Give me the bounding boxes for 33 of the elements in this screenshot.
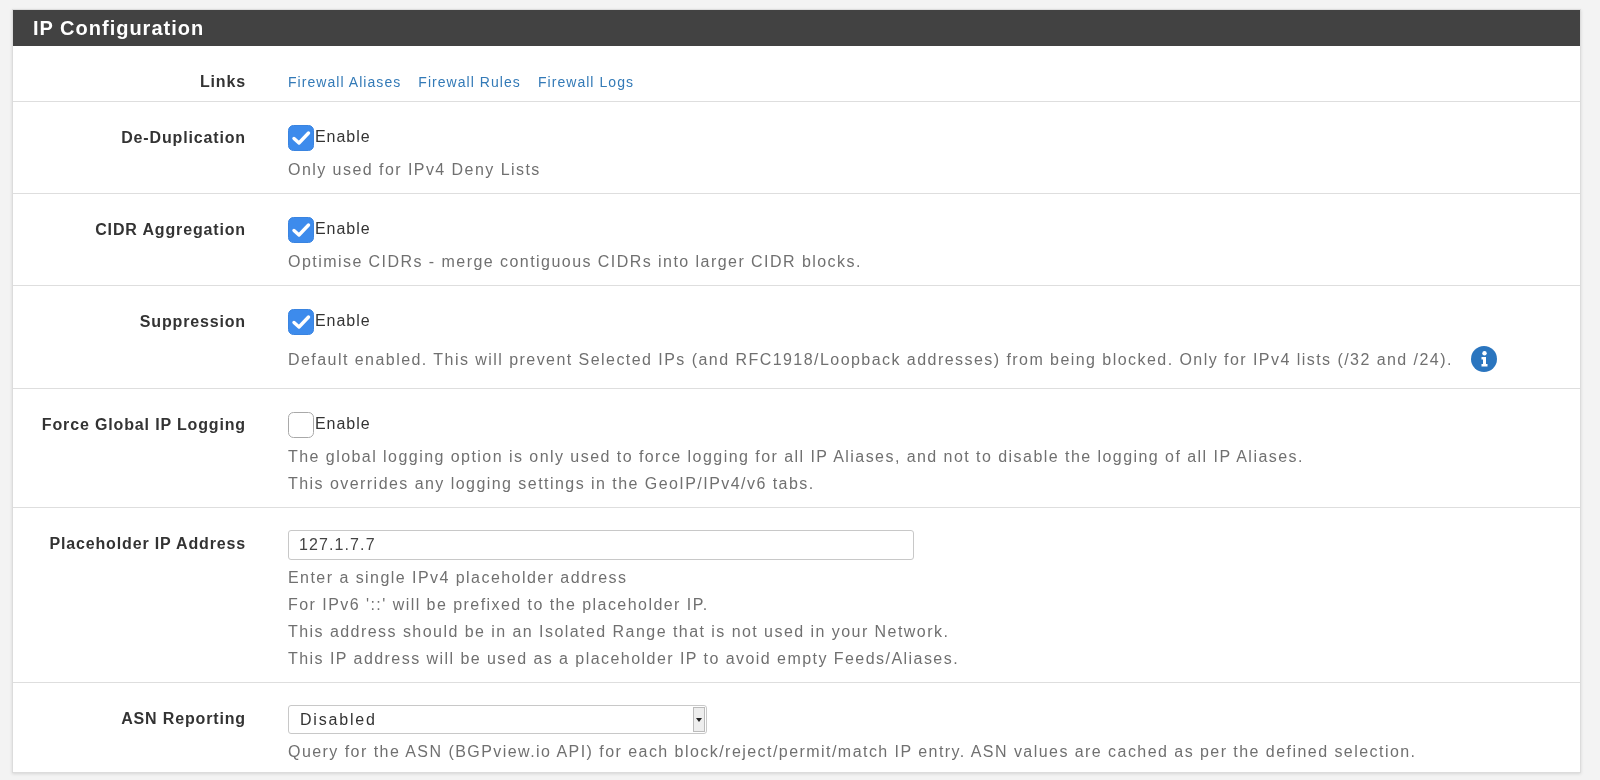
help-text: Only used for IPv4 Deny Lists	[288, 160, 541, 180]
checkbox[interactable]	[288, 125, 314, 151]
link[interactable]: Firewall Logs	[537, 68, 635, 96]
link[interactable]: Firewall Aliases	[288, 68, 402, 96]
ip-address-field[interactable]: 127.1.7.7	[288, 530, 914, 560]
field-label: Links	[198, 72, 246, 92]
checkbox-label[interactable]: Enable	[315, 308, 371, 334]
info-icon[interactable]	[1470, 346, 1497, 372]
checkbox-label[interactable]: Enable	[315, 411, 371, 437]
caret-icon	[693, 707, 705, 732]
dropdown[interactable]: Disabled	[288, 705, 707, 734]
help-text: This overrides any logging settings in the GeoIP/IPv4/v6 tabs.	[288, 474, 815, 494]
help-text: Default enabled. This will prevent Selected IPs (and RFC1918/Loopback addresses) from being blocked. Only for IPv4 lists (/32 and /24).	[288, 349, 1453, 370]
help-text: This address should be in an Isolated Range that is not used in your Network.	[288, 622, 950, 642]
field-label: De-Duplication	[120, 128, 246, 148]
field-label: Placeholder IP Address	[48, 534, 246, 554]
checkbox[interactable]	[288, 217, 314, 243]
help-text: Optimise CIDRs - merge contiguous CIDRs into larger CIDR blocks.	[288, 252, 862, 272]
field-label: Suppression	[138, 312, 246, 332]
checkbox-label[interactable]: Enable	[315, 216, 371, 242]
field-label: CIDR Aggregation	[94, 220, 246, 240]
help-text: This IP address will be used as a placeholder IP to avoid empty Feeds/Aliases.	[288, 649, 960, 669]
checkbox-label[interactable]: Enable	[315, 124, 371, 150]
field-label: ASN Reporting	[120, 709, 246, 729]
checkbox[interactable]	[288, 309, 314, 335]
help-text: Query for the ASN (BGPview.io API) for each block/reject/permit/match IP entry. ASN values are cached as per the defined selection.	[288, 742, 1417, 762]
help-text: The global logging option is only used to force logging for all IP Aliases, and not to disable the logging of all IP Aliases.	[288, 447, 1304, 467]
help-text: For IPv6 '::' will be prefixed to the placeholder IP.	[288, 595, 709, 615]
panel-title: IP Configuration	[13, 10, 1580, 46]
field-label: Force Global IP Logging	[40, 415, 246, 435]
checkbox[interactable]	[288, 412, 314, 438]
link[interactable]: Firewall Rules	[418, 68, 521, 96]
help-text: Enter a single IPv4 placeholder address	[288, 568, 628, 588]
